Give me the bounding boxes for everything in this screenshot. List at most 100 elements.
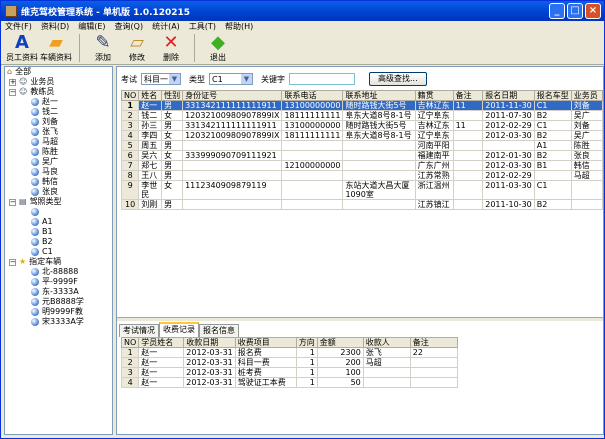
table-cell[interactable]: 吴广 [570, 110, 604, 121]
table-cell[interactable]: 男 [161, 140, 184, 151]
table-cell[interactable]: 18111111111 [281, 110, 344, 121]
table-cell[interactable]: 吴广 [570, 130, 604, 141]
table-cell[interactable]: 周五 [138, 140, 163, 151]
keyword-input[interactable] [289, 73, 355, 85]
collapse-icon[interactable]: − [9, 258, 16, 266]
table-cell[interactable]: 10 [120, 199, 140, 210]
table-cell[interactable]: 6 [120, 150, 140, 161]
students-table[interactable]: NO 姓名 性别 身份证号 联系电话 联系地址 籍贯 备注 报名日期 报名车型 业务员 1 赵一男 331… [120, 90, 604, 210]
table-cell[interactable]: 18111111111 [281, 130, 344, 141]
table-cell[interactable]: 男 [161, 160, 184, 171]
table-cell[interactable] [452, 160, 484, 171]
table-cell[interactable] [362, 367, 411, 378]
table-cell[interactable]: 2012-03-31 [183, 367, 236, 378]
column-header[interactable]: 身份证号 [182, 90, 283, 101]
staff-button[interactable]: A 员工资料 [5, 32, 39, 64]
menu-query[interactable]: 查询(Q) [115, 21, 144, 32]
table-cell[interactable]: 马超 [362, 357, 411, 368]
table-cell[interactable] [182, 199, 283, 210]
table-cell[interactable] [452, 140, 484, 151]
table-cell[interactable]: 驾驶证工本费 [234, 377, 297, 388]
table-row[interactable]: 3 赵一 2012-03-31 桩考费 1 100 [120, 367, 458, 378]
table-cell[interactable]: 9 [120, 180, 140, 200]
delete-button[interactable]: ✕ 删除 [154, 32, 188, 64]
table-cell[interactable]: 女 [161, 130, 184, 141]
table-cell[interactable]: 2011-03-30 [482, 180, 535, 200]
exam-select[interactable]: 科目一 ▼ [141, 73, 181, 85]
table-cell[interactable] [409, 357, 458, 368]
tree-item-coach[interactable]: 张飞 [5, 127, 112, 137]
table-cell[interactable]: 辽宁阜东 [414, 130, 454, 141]
table-cell[interactable]: 22 [409, 347, 458, 358]
table-row[interactable]: 4 赵一 2012-03-31 驾驶证工本费 1 50 [120, 377, 458, 388]
table-cell[interactable] [452, 180, 484, 200]
table-cell[interactable]: 李四 [138, 130, 163, 141]
table-cell[interactable]: 1 [295, 367, 318, 378]
table-cell[interactable]: 50 [316, 377, 364, 388]
table-cell[interactable]: 1 [120, 347, 140, 358]
table-cell[interactable]: 男 [161, 170, 184, 181]
table-row[interactable]: 2 赵一 2012-03-31 科目一费 1 200 马超 [120, 357, 458, 368]
column-header[interactable]: 收款人 [362, 337, 411, 348]
table-cell[interactable]: 11 [452, 100, 484, 111]
table-cell[interactable]: B1 [533, 160, 572, 171]
table-cell[interactable]: 200 [316, 357, 364, 368]
maximize-button[interactable]: □ [567, 3, 583, 19]
column-header[interactable]: 性别 [161, 90, 184, 101]
table-cell[interactable]: 100 [316, 367, 364, 378]
table-cell[interactable]: 2012-02-29 [482, 170, 535, 181]
tree-item-license[interactable]: A1 [5, 217, 112, 227]
table-cell[interactable]: 2012-03-31 [183, 357, 236, 368]
table-cell[interactable]: 2 [120, 357, 140, 368]
tree-item-coach[interactable]: 马超 [5, 137, 112, 147]
tree-item-coach[interactable]: 陈胜 [5, 147, 112, 157]
table-row[interactable]: 6 吴六女 333999090709111921 福建南平 2012-01-30 B2 张良 [120, 150, 604, 161]
table-cell[interactable]: B2 [533, 130, 572, 141]
table-cell[interactable]: 赵一 [138, 377, 185, 388]
table-cell[interactable]: 11 [452, 120, 484, 131]
menu-file[interactable]: 文件(F) [5, 21, 32, 32]
table-cell[interactable] [342, 150, 416, 161]
type-select[interactable]: C1 ▼ [209, 73, 253, 85]
tree-item-license[interactable]: B1 [5, 227, 112, 237]
column-header[interactable]: 报名日期 [482, 90, 535, 101]
table-cell[interactable]: 2300 [316, 347, 364, 358]
table-cell[interactable] [452, 150, 484, 161]
table-cell[interactable]: 8 [120, 170, 140, 181]
collapse-icon[interactable]: − [9, 198, 16, 206]
table-cell[interactable] [452, 130, 484, 141]
table-cell[interactable]: 赵一 [138, 100, 163, 111]
table-cell[interactable]: 科目一费 [234, 357, 297, 368]
close-button[interactable]: × [585, 3, 601, 19]
table-cell[interactable] [570, 180, 604, 200]
table-cell[interactable]: 阜东大道8号8-1号 [342, 130, 416, 141]
tree-item-coach[interactable]: 马良 [5, 167, 112, 177]
tree-group-coach[interactable]: − ☺ 教练员 [5, 87, 112, 97]
table-row[interactable]: 2 钱二女 12032100980907899IX 18111111111 阜东大道8号… [120, 110, 604, 121]
table-cell[interactable]: 刘刚 [138, 199, 163, 210]
tree-item-coach[interactable]: 吴广 [5, 157, 112, 167]
table-cell[interactable]: 郑七 [138, 160, 163, 171]
tab-registration-info[interactable]: 报名信息 [199, 324, 239, 337]
expand-icon[interactable]: + [9, 78, 16, 86]
table-cell[interactable] [342, 160, 416, 171]
table-cell[interactable] [182, 170, 283, 181]
table-cell[interactable]: 333999090709111921 [182, 150, 283, 161]
column-header[interactable]: 学员姓名 [138, 337, 185, 348]
table-cell[interactable]: 随时路钱大街5号 [342, 100, 416, 111]
table-cell[interactable]: 赵一 [138, 367, 185, 378]
table-row[interactable]: 1 赵一男 331342111111111911 13100000000 随时路钱大街5… [120, 100, 604, 111]
table-cell[interactable]: 2012-03-30 [482, 160, 535, 171]
table-cell[interactable]: 陈胜 [570, 140, 604, 151]
minimize-button[interactable]: _ [549, 3, 565, 19]
table-cell[interactable]: 张良 [570, 150, 604, 161]
tree-item-car[interactable]: 平-9999F [5, 277, 112, 287]
table-cell[interactable] [281, 170, 344, 181]
table-cell[interactable] [533, 170, 572, 181]
table-cell[interactable]: 女 [161, 180, 184, 200]
table-cell[interactable]: 江苏常熟 [414, 170, 454, 181]
table-cell[interactable]: 2012-03-31 [183, 377, 236, 388]
table-cell[interactable]: 1 [295, 377, 318, 388]
menu-data[interactable]: 资料(D) [41, 21, 69, 32]
table-cell[interactable] [342, 140, 416, 151]
